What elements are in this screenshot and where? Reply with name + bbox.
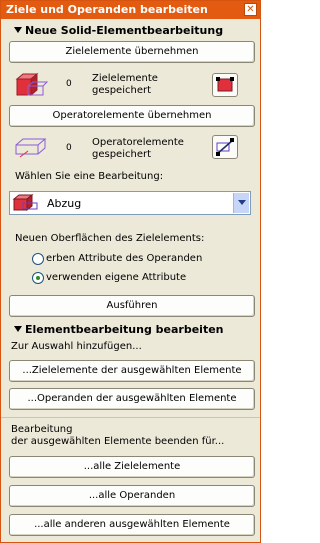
targets-saved-label-line2: gespeichert bbox=[92, 85, 152, 96]
chevron-down-icon[interactable] bbox=[233, 193, 249, 213]
red-box-icon bbox=[15, 72, 48, 97]
end-all-targets-button[interactable]: ...alle Zielelemente bbox=[9, 456, 255, 478]
new-surfaces-label: Neuen Oberflächen des Zielelements: bbox=[15, 233, 205, 244]
radio-own-attributes[interactable] bbox=[32, 272, 44, 284]
adopt-operators-button[interactable]: Operatorelemente übernehmen bbox=[9, 105, 255, 127]
operators-saved-label-line2: gespeichert bbox=[92, 149, 152, 160]
targets-saved-label-line1: Zielelemente bbox=[92, 73, 158, 84]
end-all-operands-button[interactable]: ...alle Operanden bbox=[9, 485, 255, 507]
target-pick-icon bbox=[216, 77, 234, 92]
execute-button[interactable]: Ausführen bbox=[9, 295, 255, 317]
dialog-window: Ziele und Operanden bearbeiten ✕ Neue So… bbox=[0, 0, 261, 543]
operators-count: 0 bbox=[66, 143, 72, 153]
window-title: Ziele und Operanden bearbeiten bbox=[6, 3, 208, 16]
section-header-new-solid[interactable]: Neue Solid-Elementbearbeitung bbox=[1, 23, 260, 38]
close-icon[interactable]: ✕ bbox=[244, 3, 257, 16]
operation-select-value: Abzug bbox=[47, 197, 82, 210]
radio-own-attributes-label[interactable]: verwenden eigene Attribute bbox=[46, 272, 186, 284]
radio-inherit-attributes[interactable] bbox=[32, 253, 44, 265]
operation-select[interactable]: Abzug bbox=[9, 191, 251, 215]
add-to-selection-label: Zur Auswahl hinzufügen... bbox=[11, 341, 142, 352]
targets-count: 0 bbox=[66, 79, 72, 89]
divider bbox=[1, 417, 260, 418]
end-editing-label-line2: der ausgewählten Elemente beenden für... bbox=[11, 436, 225, 447]
section-title: Elementbearbeitung bearbeiten bbox=[25, 323, 224, 336]
end-all-others-button[interactable]: ...alle anderen ausgewählten Elemente bbox=[9, 514, 255, 536]
adopt-targets-button[interactable]: Zielelemente übernehmen bbox=[9, 41, 255, 63]
choose-operation-label: Wählen Sie eine Bearbeitung: bbox=[15, 171, 164, 182]
collapse-triangle-icon[interactable] bbox=[14, 27, 22, 33]
subtract-solid-icon bbox=[12, 194, 38, 212]
radio-inherit-attributes-label[interactable]: erben Attribute des Operanden bbox=[46, 253, 202, 265]
outline-box-icon bbox=[15, 138, 47, 158]
pick-targets-button[interactable] bbox=[212, 73, 238, 97]
section-title: Neue Solid-Elementbearbeitung bbox=[25, 24, 224, 37]
operator-pick-icon bbox=[216, 138, 234, 156]
collapse-triangle-icon[interactable] bbox=[14, 326, 22, 332]
section-header-edit[interactable]: Elementbearbeitung bearbeiten bbox=[1, 322, 260, 337]
title-bar[interactable]: Ziele und Operanden bearbeiten ✕ bbox=[1, 1, 260, 19]
pick-operators-button[interactable] bbox=[212, 135, 238, 159]
end-editing-label-line1: Bearbeitung bbox=[11, 424, 73, 435]
add-operand-elements-button[interactable]: ...Operanden der ausgewählten Elemente bbox=[9, 388, 255, 410]
add-target-elements-button[interactable]: ...Zielelemente der ausgewählten Element… bbox=[9, 360, 255, 382]
operators-saved-label-line1: Operatorelemente bbox=[92, 137, 184, 148]
